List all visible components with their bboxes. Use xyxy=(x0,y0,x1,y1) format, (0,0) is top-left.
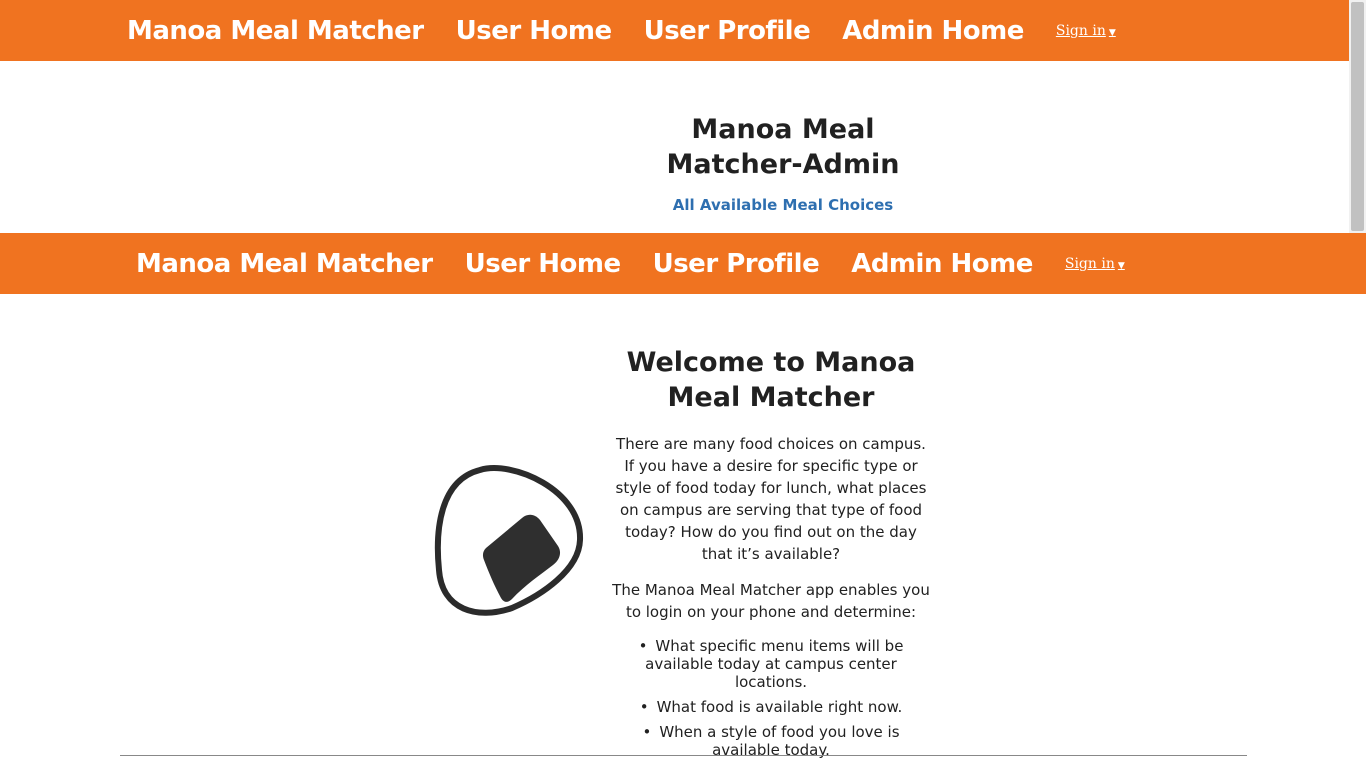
caret-down-icon: ▼ xyxy=(1117,260,1125,271)
signin-dropdown[interactable]: Sign in ▼ xyxy=(1065,256,1125,272)
scrollbar-thumb[interactable] xyxy=(1351,2,1364,231)
admin-page-title: Manoa Meal Matcher-Admin xyxy=(666,114,900,180)
nav-link-admin-home[interactable]: Admin Home xyxy=(842,16,1024,46)
footer-divider xyxy=(120,755,1247,756)
onigiri-icon xyxy=(434,465,584,616)
nav-link-user-home[interactable]: User Home xyxy=(456,16,612,46)
navbar-brand[interactable]: Manoa Meal Matcher xyxy=(136,249,433,279)
nav-link-user-profile[interactable]: User Profile xyxy=(644,16,811,46)
nav-link-admin-home[interactable]: Admin Home xyxy=(851,249,1033,279)
signin-label: Sign in xyxy=(1064,255,1115,272)
top-navbar: Manoa Meal Matcher User Home User Profil… xyxy=(0,0,1349,61)
nav-link-user-home[interactable]: User Home xyxy=(465,249,621,279)
navbar-brand[interactable]: Manoa Meal Matcher xyxy=(127,16,424,46)
second-navbar: Manoa Meal Matcher User Home User Profil… xyxy=(0,233,1366,294)
all-meal-choices-link[interactable]: All Available Meal Choices xyxy=(673,196,893,214)
list-item: What specific menu items will be availab… xyxy=(610,637,932,691)
welcome-app-paragraph: The Manoa Meal Matcher app enables you t… xyxy=(612,581,930,621)
welcome-heading: Welcome to Manoa Meal Matcher xyxy=(626,347,916,413)
signin-label: Sign in xyxy=(1055,22,1106,39)
nav-link-user-profile[interactable]: User Profile xyxy=(653,249,820,279)
signin-dropdown[interactable]: Sign in ▼ xyxy=(1056,23,1116,39)
admin-header: Manoa Meal Matcher-Admin All Available M… xyxy=(640,112,926,214)
list-item: What food is available right now. xyxy=(610,698,932,716)
welcome-intro-paragraph: There are many food choices on campus. I… xyxy=(615,435,927,563)
scrollbar[interactable] xyxy=(1349,0,1366,233)
feature-list: What specific menu items will be availab… xyxy=(610,637,932,759)
list-item: When a style of food you love is availab… xyxy=(610,723,932,759)
caret-down-icon: ▼ xyxy=(1108,27,1116,38)
welcome-section: Welcome to Manoa Meal Matcher There are … xyxy=(610,345,932,766)
